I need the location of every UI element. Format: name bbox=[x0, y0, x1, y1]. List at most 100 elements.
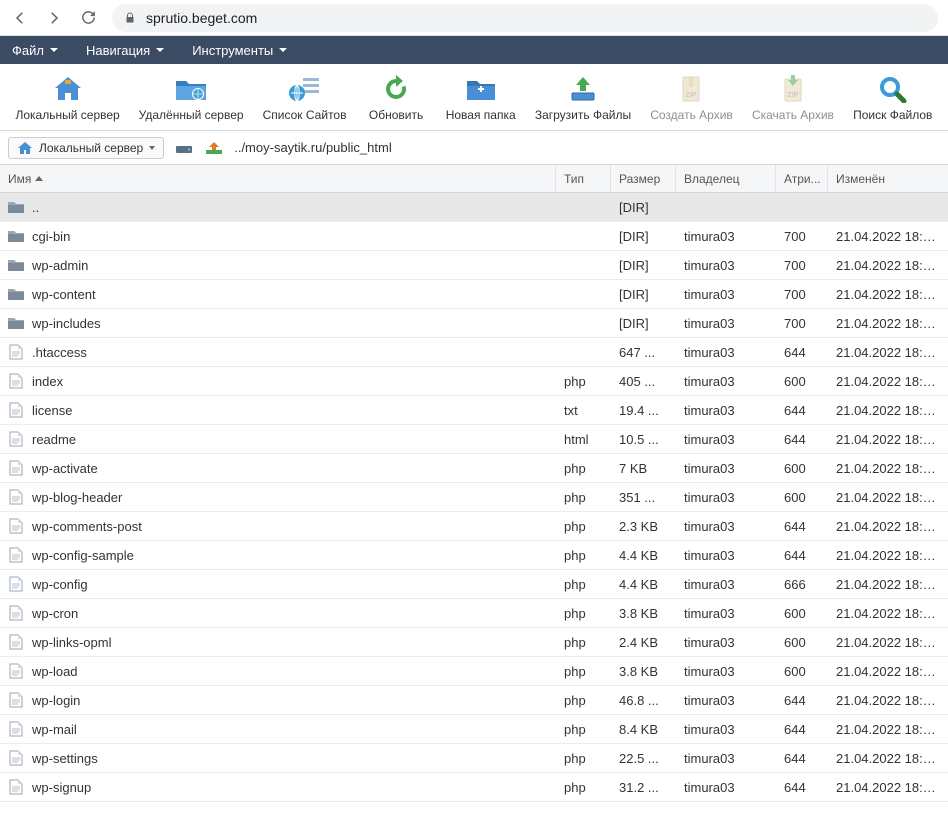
table-row[interactable]: .htaccess647 ...timura0364421.04.2022 18… bbox=[0, 338, 948, 367]
cell-date: 21.04.2022 18:13... bbox=[828, 722, 948, 737]
cell-attr: 644 bbox=[776, 519, 828, 534]
cell-name: wp-cron bbox=[0, 605, 556, 621]
toolbar-search-label: Поиск Файлов bbox=[853, 108, 932, 122]
file-name: .. bbox=[32, 200, 39, 215]
column-type[interactable]: Тип bbox=[556, 165, 611, 192]
toolbar-new-folder[interactable]: Новая папка bbox=[436, 72, 525, 124]
browser-forward-button[interactable] bbox=[44, 8, 64, 28]
table-row[interactable]: wp-blog-headerphp351 ...timura0360021.04… bbox=[0, 483, 948, 512]
table-row[interactable]: wp-admin[DIR]timura0370021.04.2022 18:13… bbox=[0, 251, 948, 280]
browser-back-button[interactable] bbox=[10, 8, 30, 28]
browser-url-box[interactable]: sprutio.beget.com bbox=[112, 4, 938, 32]
column-date[interactable]: Изменён bbox=[828, 165, 948, 192]
table-row[interactable]: wp-comments-postphp2.3 KBtimura0364421.0… bbox=[0, 512, 948, 541]
table-row[interactable]: readmehtml10.5 ...timura0364421.04.2022 … bbox=[0, 425, 948, 454]
cell-attr: 666 bbox=[776, 577, 828, 592]
path-up-icon[interactable] bbox=[204, 138, 224, 158]
file-name: wp-load bbox=[32, 664, 78, 679]
server-selector[interactable]: Локальный сервер bbox=[8, 137, 164, 159]
toolbar-makearchive-label: Создать Архив bbox=[650, 108, 733, 122]
toolbar-refresh[interactable]: Обновить bbox=[356, 72, 436, 124]
cell-type: txt bbox=[556, 403, 611, 418]
cell-owner: timura03 bbox=[676, 693, 776, 708]
menu-file-label: Файл bbox=[12, 43, 44, 58]
browser-url-text: sprutio.beget.com bbox=[146, 10, 257, 26]
toolbar-newfolder-label: Новая папка bbox=[446, 108, 516, 122]
file-icon bbox=[8, 663, 24, 679]
cell-owner: timura03 bbox=[676, 229, 776, 244]
cell-owner: timura03 bbox=[676, 403, 776, 418]
cell-owner: timura03 bbox=[676, 461, 776, 476]
toolbar-upload-label: Загрузить Файлы bbox=[535, 108, 631, 122]
cell-name: wp-config-sample bbox=[0, 547, 556, 563]
folder-icon bbox=[8, 286, 24, 302]
cell-name: wp-load bbox=[0, 663, 556, 679]
table-row[interactable]: wp-includes[DIR]timura0370021.04.2022 18… bbox=[0, 309, 948, 338]
file-icon bbox=[8, 692, 24, 708]
cell-size: 351 ... bbox=[611, 490, 676, 505]
table-row[interactable]: licensetxt19.4 ...timura0364421.04.2022 … bbox=[0, 396, 948, 425]
toolbar-remote-server[interactable]: Удалённый сервер bbox=[129, 72, 253, 124]
cell-owner: timura03 bbox=[676, 606, 776, 621]
cell-attr: 600 bbox=[776, 664, 828, 679]
table-row[interactable]: wp-config-samplephp4.4 KBtimura0364421.0… bbox=[0, 541, 948, 570]
table-row[interactable]: wp-loadphp3.8 KBtimura0360021.04.2022 18… bbox=[0, 657, 948, 686]
path-bar: Локальный сервер ../moy-saytik.ru/public… bbox=[0, 131, 948, 165]
cell-size: 405 ... bbox=[611, 374, 676, 389]
cell-owner: timura03 bbox=[676, 374, 776, 389]
drive-icon[interactable] bbox=[174, 138, 194, 158]
cell-attr: 700 bbox=[776, 258, 828, 273]
cell-date: 21.04.2022 18:12... bbox=[828, 606, 948, 621]
cell-date: 21.04.2022 18:12... bbox=[828, 577, 948, 592]
file-icon bbox=[8, 344, 24, 360]
cell-type: php bbox=[556, 577, 611, 592]
cell-attr: 644 bbox=[776, 345, 828, 360]
file-name: wp-signup bbox=[32, 780, 91, 795]
table-row[interactable]: ..[DIR] bbox=[0, 193, 948, 222]
column-date-label: Изменён bbox=[836, 172, 885, 186]
table-row[interactable]: wp-loginphp46.8 ...timura0364421.04.2022… bbox=[0, 686, 948, 715]
table-row[interactable]: wp-signupphp31.2 ...timura0364421.04.202… bbox=[0, 773, 948, 802]
cell-size: 4.4 KB bbox=[611, 548, 676, 563]
column-owner[interactable]: Владелец bbox=[676, 165, 776, 192]
menu-file[interactable]: Файл bbox=[8, 43, 62, 58]
app-menu-bar: Файл Навигация Инструменты bbox=[0, 36, 948, 64]
menu-navigation[interactable]: Навигация bbox=[82, 43, 168, 58]
file-name: wp-activate bbox=[32, 461, 98, 476]
cell-attr: 700 bbox=[776, 287, 828, 302]
column-name[interactable]: Имя bbox=[0, 165, 556, 192]
column-size[interactable]: Размер bbox=[611, 165, 676, 192]
file-icon bbox=[8, 373, 24, 389]
cell-date: 21.04.2022 18:13... bbox=[828, 693, 948, 708]
table-row[interactable]: wp-activatephp7 KBtimura0360021.04.2022 … bbox=[0, 454, 948, 483]
cell-size: 10.5 ... bbox=[611, 432, 676, 447]
table-row[interactable]: cgi-bin[DIR]timura0370021.04.2022 18:12.… bbox=[0, 222, 948, 251]
browser-reload-button[interactable] bbox=[78, 8, 98, 28]
globe-list-icon bbox=[288, 74, 322, 104]
toolbar-upload[interactable]: Загрузить Файлы bbox=[525, 72, 640, 124]
table-row[interactable]: wp-configphp4.4 KBtimura0366621.04.2022 … bbox=[0, 570, 948, 599]
cell-size: 22.5 ... bbox=[611, 751, 676, 766]
table-row[interactable]: wp-links-opmlphp2.4 KBtimura0360021.04.2… bbox=[0, 628, 948, 657]
column-attr[interactable]: Атри... bbox=[776, 165, 828, 192]
file-icon bbox=[8, 547, 24, 563]
table-row[interactable]: indexphp405 ...timura0360021.04.2022 18:… bbox=[0, 367, 948, 396]
cell-name: wp-mail bbox=[0, 721, 556, 737]
menu-tools[interactable]: Инструменты bbox=[188, 43, 291, 58]
toolbar-local-server[interactable]: Локальный сервер bbox=[6, 72, 129, 124]
table-row[interactable]: wp-mailphp8.4 KBtimura0364421.04.2022 18… bbox=[0, 715, 948, 744]
browser-address-bar: sprutio.beget.com bbox=[0, 0, 948, 36]
cell-owner: timura03 bbox=[676, 432, 776, 447]
table-row[interactable]: wp-settingsphp22.5 ...timura0364421.04.2… bbox=[0, 744, 948, 773]
cell-date: 21.04.2022 18:13... bbox=[828, 548, 948, 563]
toolbar-search[interactable]: Поиск Файлов bbox=[844, 72, 942, 124]
toolbar-sites-list[interactable]: Список Сайтов bbox=[253, 72, 356, 124]
cell-size: 647 ... bbox=[611, 345, 676, 360]
table-row[interactable]: wp-cronphp3.8 KBtimura0360021.04.2022 18… bbox=[0, 599, 948, 628]
cell-size: 8.4 KB bbox=[611, 722, 676, 737]
menu-nav-label: Навигация bbox=[86, 43, 150, 58]
cell-name: wp-settings bbox=[0, 750, 556, 766]
table-row[interactable]: wp-content[DIR]timura0370021.04.2022 18:… bbox=[0, 280, 948, 309]
cell-date: 21.04.2022 18:13... bbox=[828, 403, 948, 418]
cell-size: [DIR] bbox=[611, 229, 676, 244]
